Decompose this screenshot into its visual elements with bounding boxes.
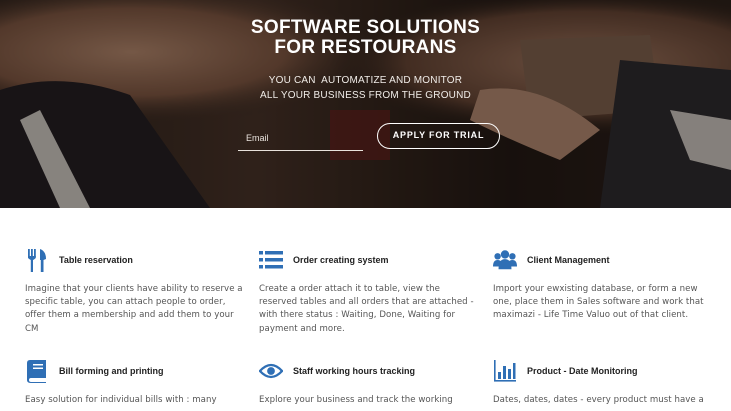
feature-title: Bill forming and printing xyxy=(59,366,164,376)
users-icon xyxy=(493,248,517,272)
feature-description: Create a order attach it to table, view … xyxy=(259,284,474,334)
apply-for-trial-button[interactable]: APPLY FOR TRIAL xyxy=(377,123,500,149)
feature-product-date-monitoring: Product - Date Monitoring Dates, dates, … xyxy=(493,358,713,407)
hero-subtitle-line2: ALL YOUR BUSINESS FROM THE GROUND xyxy=(260,90,471,101)
hero-subtitle-line1: YOU CAN AUTOMATIZE AND MONITOR xyxy=(268,75,463,86)
feature-bill-forming: Bill forming and printing Easy solution … xyxy=(25,358,245,407)
hero-title: SOFTWARE SOLUTIONS FOR RESTOURANS xyxy=(0,18,731,58)
hero-section: SOFTWARE SOLUTIONS FOR RESTOURANS YOU CA… xyxy=(0,0,731,208)
feature-title: Order creating system xyxy=(293,255,389,265)
feature-title: Table reservation xyxy=(59,255,133,265)
feature-client-management: Client Management Import your ewxisting … xyxy=(493,247,713,323)
email-input[interactable] xyxy=(238,125,363,150)
feature-title: Product - Date Monitoring xyxy=(527,366,638,376)
feature-description: Imagine that your clients have ability t… xyxy=(25,284,243,334)
hero-title-line2: FOR RESTOURANS xyxy=(274,37,457,58)
feature-staff-hours: Staff working hours tracking Explore you… xyxy=(259,358,479,407)
feature-title: Client Management xyxy=(527,255,610,265)
email-field-wrapper xyxy=(238,125,363,151)
bar-chart-icon xyxy=(493,359,517,383)
eye-icon xyxy=(259,359,283,383)
feature-description: Dates, dates, dates - every product must… xyxy=(493,395,704,405)
feature-order-creating-system: Order creating system Create a order att… xyxy=(259,247,479,336)
hero-subtitle: YOU CAN AUTOMATIZE AND MONITOR ALL YOUR … xyxy=(0,73,731,103)
feature-table-reservation: Table reservation Imagine that your clie… xyxy=(25,247,245,336)
hero-title-line1: SOFTWARE SOLUTIONS xyxy=(250,17,481,38)
book-icon xyxy=(25,359,49,383)
feature-title: Staff working hours tracking xyxy=(293,366,416,376)
feature-description: Easy solution for individual bills with … xyxy=(25,395,217,405)
fork-knife-icon xyxy=(25,248,49,272)
list-icon xyxy=(259,248,283,272)
feature-description: Explore your business and track the work… xyxy=(259,395,453,405)
feature-description: Import your ewxisting database, or form … xyxy=(493,284,704,321)
